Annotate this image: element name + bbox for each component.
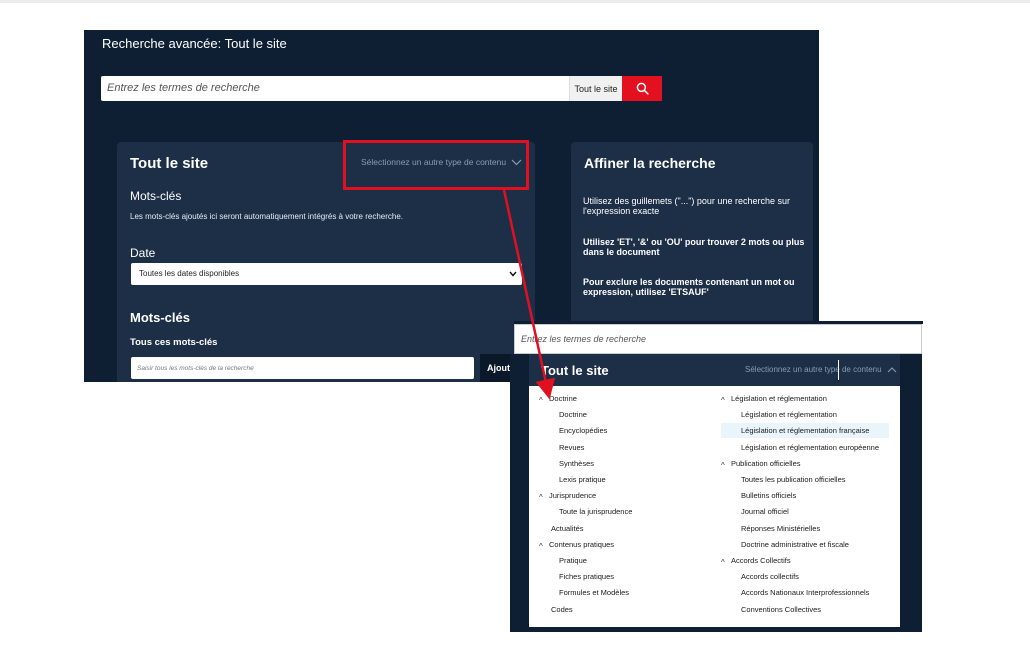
chevron-up-icon <box>887 366 896 372</box>
zoom-card-header: Tout le site Sélectionnez un autre type … <box>529 354 900 386</box>
all-keywords-label: Tous ces mots-clés <box>130 337 218 348</box>
refine-title: Affiner la recherche <box>584 155 716 171</box>
zoom-search-input[interactable]: Entrez les termes de recherche <box>514 321 923 354</box>
menu-group-header[interactable]: Publication officielles <box>721 456 801 471</box>
keywords-note: Les mots-clés ajoutés ici seront automat… <box>130 212 404 221</box>
zoom-card-title: Tout le site <box>541 363 609 378</box>
menu-item[interactable]: Codes <box>551 602 573 617</box>
menu-item[interactable]: Toute la jurisprudence <box>559 504 632 519</box>
card-title: Tout le site <box>130 155 209 172</box>
content-type-menu: DoctrineDoctrineEncyclopédiesRevuesSynth… <box>529 386 900 627</box>
menu-item[interactable]: Accords Nationaux Interprofessionnels <box>741 585 869 600</box>
content-type-label: Sélectionnez un autre type de contenu <box>745 365 882 374</box>
menu-group-header[interactable]: Contenus pratiques <box>539 537 614 552</box>
menu-item[interactable]: Formules et Modèles <box>559 585 629 600</box>
menu-item[interactable]: Doctrine <box>559 407 587 422</box>
date-select[interactable]: Toutes les dates disponibles <box>131 263 522 285</box>
menu-item[interactable]: Revues <box>559 440 584 455</box>
annotation-highlight-box <box>343 140 529 190</box>
page-title: Recherche avancée: Tout le site <box>102 36 287 51</box>
date-select-value: Toutes les dates disponibles <box>139 269 240 278</box>
menu-item[interactable]: Lexis pratique <box>559 472 606 487</box>
menu-item[interactable]: Doctrine administrative et fiscale <box>741 537 849 552</box>
menu-group-header[interactable]: Législation et réglementation <box>721 391 827 406</box>
search-input[interactable]: Entrez les termes de recherche <box>101 76 569 101</box>
keywords-section-title: Mots-clés <box>130 310 190 325</box>
menu-item[interactable]: Conventions Collectives <box>741 602 821 617</box>
search-button[interactable] <box>622 76 662 101</box>
search-tip: Pour exclure les documents contenant un … <box>583 277 795 297</box>
content-type-selector[interactable]: Sélectionnez un autre type de contenu <box>745 365 897 374</box>
chevron-down-icon <box>509 271 517 277</box>
search-tip: Utilisez 'ET', '&' ou 'OU' pour trouver … <box>583 237 805 257</box>
menu-item[interactable]: Actualités <box>551 521 584 536</box>
menu-item[interactable]: Bulletins officiels <box>741 488 796 503</box>
menu-item[interactable]: Toutes les publication officielles <box>741 472 846 487</box>
top-divider <box>0 0 1030 3</box>
keywords-label: Mots-clés <box>130 189 182 203</box>
menu-item[interactable]: Journal officiel <box>741 504 789 519</box>
menu-item[interactable]: Législation et réglementation française <box>721 423 889 439</box>
search-icon <box>636 82 649 95</box>
menu-item[interactable]: Accords collectifs <box>741 569 799 584</box>
menu-item[interactable]: Réponses Ministérielles <box>741 521 820 536</box>
menu-group-header[interactable]: Jurisprudence <box>539 488 596 503</box>
menu-group-header[interactable]: Accords Collectifs <box>721 553 791 568</box>
menu-item[interactable]: Synthèses <box>559 456 594 471</box>
menu-item[interactable]: Législation et réglementation <box>741 407 837 422</box>
zoomed-dropdown-panel: Tout le site Sélectionnez un autre type … <box>510 354 922 632</box>
date-label: Date <box>130 246 156 260</box>
menu-item[interactable]: Législation et réglementation européenne <box>741 440 879 455</box>
text-cursor <box>838 360 839 380</box>
search-tip: Utilisez des guillemets ("...") pour une… <box>583 196 790 216</box>
menu-item[interactable]: Encyclopédies <box>559 423 607 438</box>
all-keywords-input[interactable]: Saisir tous les mots-clés de la recherch… <box>131 357 474 379</box>
menu-item[interactable]: Pratique <box>559 553 587 568</box>
menu-item[interactable]: Fiches pratiques <box>559 569 614 584</box>
menu-group-header[interactable]: Doctrine <box>539 391 577 406</box>
search-scope-selector[interactable]: Tout le site <box>569 76 622 101</box>
